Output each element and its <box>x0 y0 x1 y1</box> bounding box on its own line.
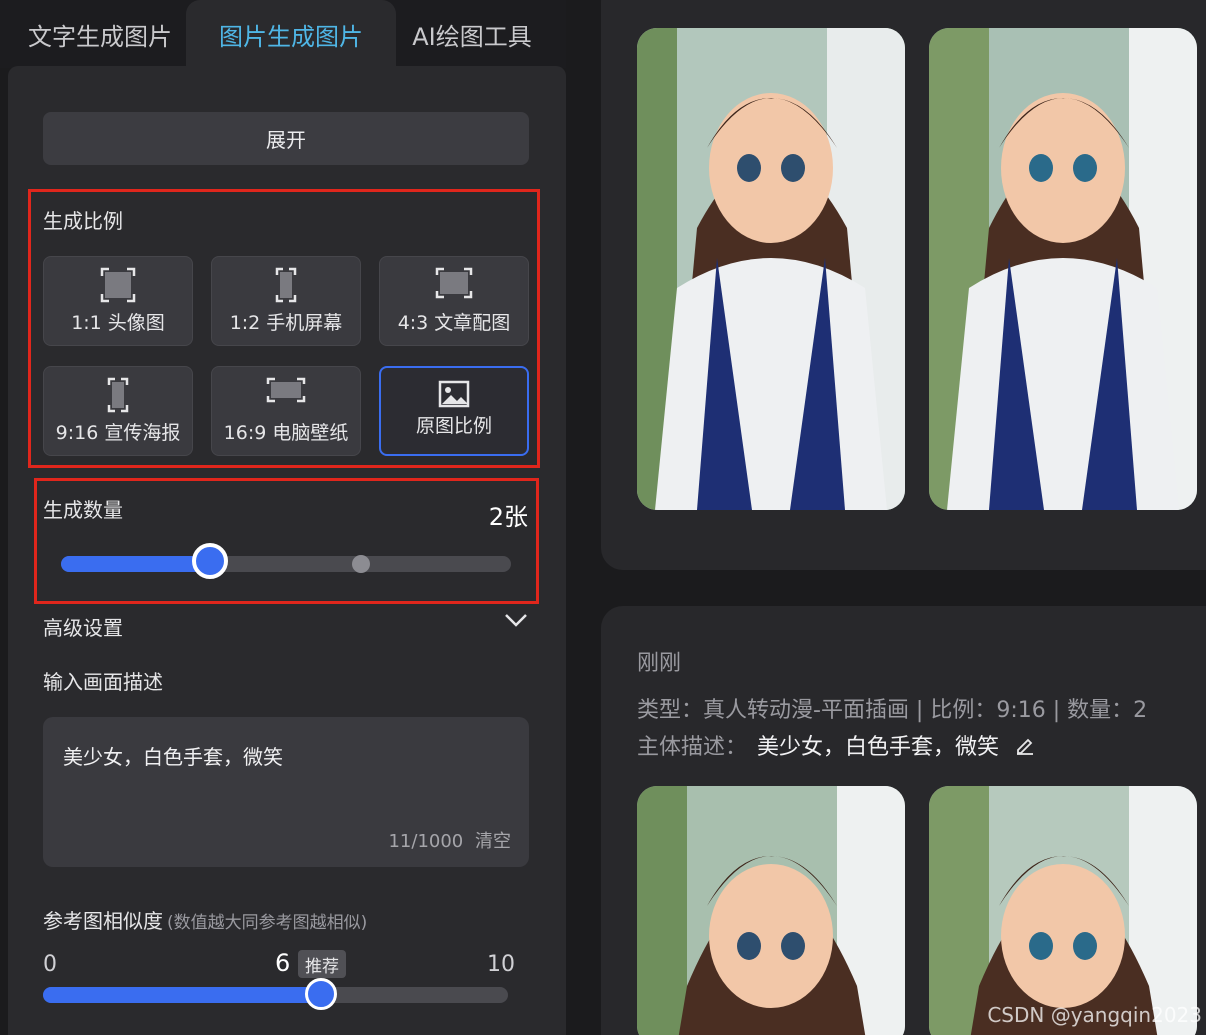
expand-button[interactable]: 展开 <box>43 112 529 165</box>
image-icon <box>438 380 470 408</box>
generated-image[interactable] <box>637 786 905 1035</box>
similarity-slider-fill <box>43 987 322 1003</box>
ratio-option-1-1[interactable]: 1:1 头像图 <box>43 256 193 346</box>
similarity-min: 0 <box>43 952 57 977</box>
recommended-badge: 推荐 <box>298 950 346 978</box>
description-textarea[interactable]: 美少女，白色手套，微笑 11/1000 清空 <box>43 717 529 867</box>
watermark: CSDN @yangqin2023 <box>987 1003 1202 1027</box>
portrait-frame-icon <box>107 377 129 413</box>
quantity-step-dot[interactable] <box>352 555 370 573</box>
similarity-slider-handle[interactable] <box>305 978 337 1010</box>
similarity-hint: (数值越大同参考图越相似) <box>167 913 368 933</box>
advanced-settings-label: 高级设置 <box>43 616 123 640</box>
description-footer: 11/1000 清空 <box>388 827 511 853</box>
description-text: 美少女，白色手套，微笑 <box>63 745 283 769</box>
widescreen-frame-icon <box>266 377 306 403</box>
generated-image[interactable] <box>637 28 905 510</box>
edit-icon[interactable] <box>1014 734 1036 756</box>
result-time: 刚刚 <box>637 651 682 676</box>
quantity-slider-fill <box>61 556 211 572</box>
landscape-frame-icon <box>435 267 473 299</box>
ratio-option-4-3[interactable]: 4:3 文章配图 <box>379 256 529 346</box>
quantity-value: 2张 <box>488 503 528 531</box>
quantity-slider-handle[interactable] <box>192 543 228 579</box>
ratio-option-label: 1:2 手机屏幕 <box>229 312 343 334</box>
tab-image-to-image[interactable]: 图片生成图片 <box>186 0 396 68</box>
generated-image[interactable] <box>929 786 1197 1035</box>
ratio-option-label: 16:9 电脑壁纸 <box>223 422 349 444</box>
clear-button[interactable]: 清空 <box>475 831 511 852</box>
ratio-option-label: 原图比例 <box>415 415 492 437</box>
square-frame-icon <box>100 267 136 303</box>
result-meta: 类型：真人转动漫-平面插画 | 比例：9:16 | 数量：2 <box>637 698 1148 723</box>
subject-value: 美少女，白色手套，微笑 <box>757 735 1000 760</box>
chevron-down-icon[interactable] <box>503 612 529 628</box>
similarity-label-row: 参考图相似度 (数值越大同参考图越相似) <box>43 905 367 934</box>
similarity-label: 参考图相似度 <box>43 909 163 933</box>
ratio-option-16-9[interactable]: 16:9 电脑壁纸 <box>211 366 361 456</box>
ratio-option-original[interactable]: 原图比例 <box>379 366 529 456</box>
tab-text-to-image[interactable]: 文字生成图片 <box>0 0 200 68</box>
similarity-max: 10 <box>487 952 515 977</box>
ratio-option-label: 1:1 头像图 <box>71 312 165 334</box>
quantity-section-label: 生成数量 <box>43 498 123 522</box>
ratio-option-label: 4:3 文章配图 <box>397 312 511 334</box>
subject-label: 主体描述： <box>637 735 748 760</box>
phone-frame-icon <box>275 267 297 303</box>
tab-ai-drawing-tools[interactable]: AI绘图工具 <box>392 0 552 68</box>
generated-image[interactable] <box>929 28 1197 510</box>
result-subject-row: 主体描述： 美少女，白色手套，微笑 <box>637 729 1036 761</box>
ratio-option-label: 9:16 宣传海报 <box>55 422 181 444</box>
ratio-option-1-2[interactable]: 1:2 手机屏幕 <box>211 256 361 346</box>
advanced-settings-row[interactable]: 高级设置 <box>43 610 529 640</box>
ratio-section-label: 生成比例 <box>43 209 123 233</box>
description-label: 输入画面描述 <box>43 670 163 694</box>
mode-tabs: 文字生成图片 图片生成图片 AI绘图工具 <box>0 0 566 68</box>
similarity-current: 6 <box>275 949 291 977</box>
ratio-option-9-16[interactable]: 9:16 宣传海报 <box>43 366 193 456</box>
character-counter: 11/1000 <box>388 831 464 852</box>
